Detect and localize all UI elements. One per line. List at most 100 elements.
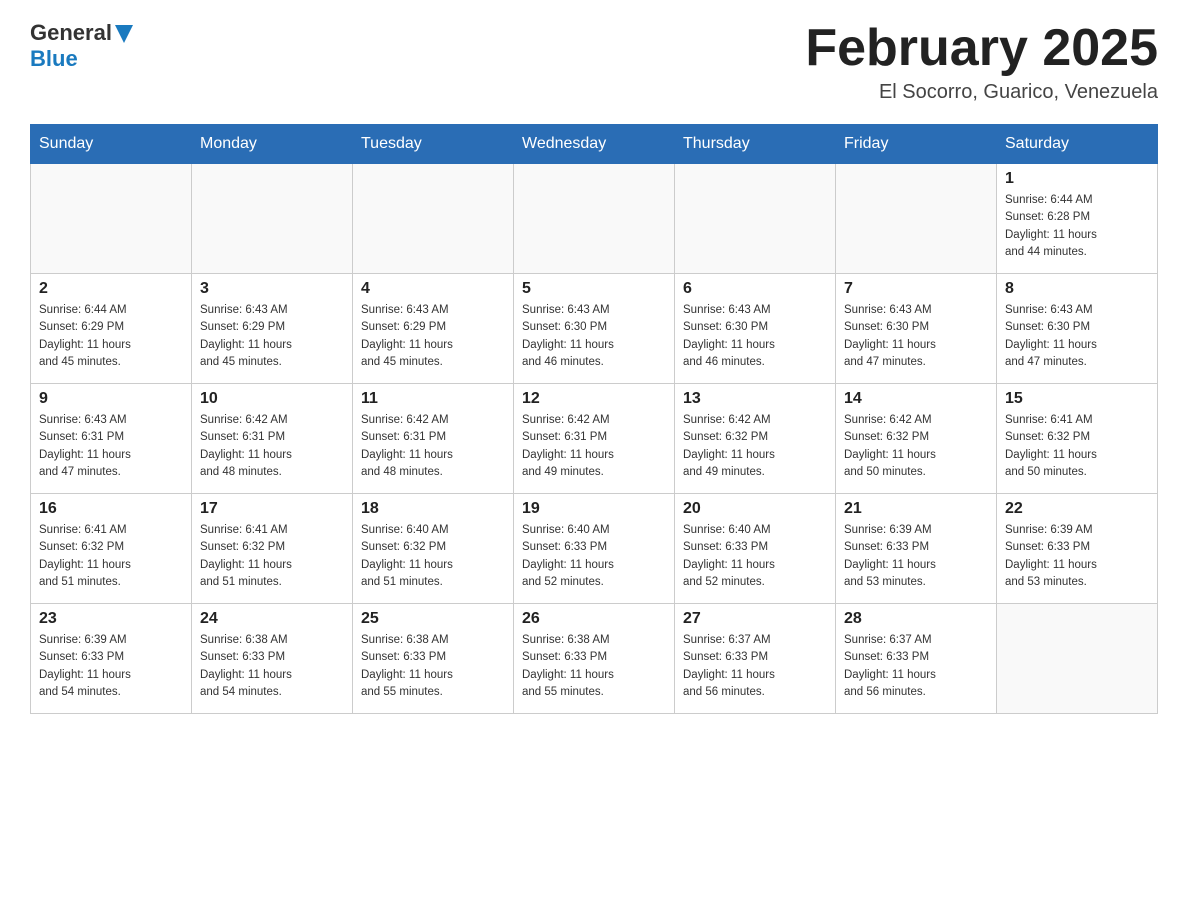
calendar-day-cell xyxy=(675,164,836,274)
day-info: Sunrise: 6:40 AM Sunset: 6:33 PM Dayligh… xyxy=(522,522,666,591)
day-number: 14 xyxy=(844,390,988,408)
day-info: Sunrise: 6:43 AM Sunset: 6:29 PM Dayligh… xyxy=(361,302,505,371)
calendar-day-cell: 27 Sunrise: 6:37 AM Sunset: 6:33 PM Dayli… xyxy=(675,604,836,714)
calendar-day-cell: 4 Sunrise: 6:43 AM Sunset: 6:29 PM Daylig… xyxy=(353,274,514,384)
day-number: 10 xyxy=(200,390,344,408)
day-number: 28 xyxy=(844,610,988,628)
calendar-day-cell: 10 Sunrise: 6:42 AM Sunset: 6:31 PM Dayli… xyxy=(192,384,353,494)
day-number: 12 xyxy=(522,390,666,408)
day-info: Sunrise: 6:43 AM Sunset: 6:30 PM Dayligh… xyxy=(1005,302,1149,371)
calendar-day-cell: 5 Sunrise: 6:43 AM Sunset: 6:30 PM Daylig… xyxy=(514,274,675,384)
day-number: 8 xyxy=(1005,280,1149,298)
days-of-week-row: SundayMondayTuesdayWednesdayThursdayFrid… xyxy=(31,125,1158,164)
day-info: Sunrise: 6:40 AM Sunset: 6:33 PM Dayligh… xyxy=(683,522,827,591)
logo: General Blue xyxy=(30,20,133,72)
calendar-day-cell: 17 Sunrise: 6:41 AM Sunset: 6:32 PM Dayli… xyxy=(192,494,353,604)
day-info: Sunrise: 6:42 AM Sunset: 6:31 PM Dayligh… xyxy=(522,412,666,481)
day-info: Sunrise: 6:39 AM Sunset: 6:33 PM Dayligh… xyxy=(1005,522,1149,591)
month-title: February 2025 xyxy=(805,20,1158,77)
day-number: 22 xyxy=(1005,500,1149,518)
day-info: Sunrise: 6:42 AM Sunset: 6:32 PM Dayligh… xyxy=(683,412,827,481)
day-number: 20 xyxy=(683,500,827,518)
logo-blue-text: Blue xyxy=(30,46,78,72)
calendar-week-row: 2Sunrise: 6:44 AM Sunset: 6:29 PM Daylig… xyxy=(31,274,1158,384)
day-number: 9 xyxy=(39,390,183,408)
calendar-day-cell xyxy=(353,164,514,274)
calendar-day-cell: 2Sunrise: 6:44 AM Sunset: 6:29 PM Daylig… xyxy=(31,274,192,384)
calendar-day-cell: 11Sunrise: 6:42 AM Sunset: 6:31 PM Dayli… xyxy=(353,384,514,494)
day-number: 6 xyxy=(683,280,827,298)
calendar-day-cell: 24 Sunrise: 6:38 AM Sunset: 6:33 PM Dayli… xyxy=(192,604,353,714)
calendar-week-row: 23Sunrise: 6:39 AM Sunset: 6:33 PM Dayli… xyxy=(31,604,1158,714)
day-info: Sunrise: 6:39 AM Sunset: 6:33 PM Dayligh… xyxy=(39,632,183,701)
calendar-day-cell: 1Sunrise: 6:44 AM Sunset: 6:28 PM Daylig… xyxy=(997,164,1158,274)
day-number: 4 xyxy=(361,280,505,298)
calendar-day-cell: 16 Sunrise: 6:41 AM Sunset: 6:32 PM Dayli… xyxy=(31,494,192,604)
day-number: 21 xyxy=(844,500,988,518)
day-number: 5 xyxy=(522,280,666,298)
calendar-table: SundayMondayTuesdayWednesdayThursdayFrid… xyxy=(30,124,1158,714)
day-info: Sunrise: 6:39 AM Sunset: 6:33 PM Dayligh… xyxy=(844,522,988,591)
day-number: 27 xyxy=(683,610,827,628)
title-block: February 2025 El Socorro, Guarico, Venez… xyxy=(805,20,1158,104)
calendar-week-row: 9Sunrise: 6:43 AM Sunset: 6:31 PM Daylig… xyxy=(31,384,1158,494)
day-number: 11 xyxy=(361,390,505,408)
calendar-day-cell: 15 Sunrise: 6:41 AM Sunset: 6:32 PM Dayli… xyxy=(997,384,1158,494)
day-of-week-header: Saturday xyxy=(997,125,1158,164)
calendar-header: SundayMondayTuesdayWednesdayThursdayFrid… xyxy=(31,125,1158,164)
day-number: 3 xyxy=(200,280,344,298)
calendar-day-cell: 9Sunrise: 6:43 AM Sunset: 6:31 PM Daylig… xyxy=(31,384,192,494)
day-info: Sunrise: 6:38 AM Sunset: 6:33 PM Dayligh… xyxy=(200,632,344,701)
calendar-day-cell: 18 Sunrise: 6:40 AM Sunset: 6:32 PM Dayli… xyxy=(353,494,514,604)
day-info: Sunrise: 6:43 AM Sunset: 6:30 PM Dayligh… xyxy=(844,302,988,371)
day-info: Sunrise: 6:41 AM Sunset: 6:32 PM Dayligh… xyxy=(200,522,344,591)
day-info: Sunrise: 6:43 AM Sunset: 6:29 PM Dayligh… xyxy=(200,302,344,371)
location-text: El Socorro, Guarico, Venezuela xyxy=(805,81,1158,104)
day-number: 15 xyxy=(1005,390,1149,408)
calendar-day-cell: 28Sunrise: 6:37 AM Sunset: 6:33 PM Dayli… xyxy=(836,604,997,714)
day-of-week-header: Wednesday xyxy=(514,125,675,164)
day-info: Sunrise: 6:42 AM Sunset: 6:31 PM Dayligh… xyxy=(200,412,344,481)
calendar-day-cell xyxy=(31,164,192,274)
logo-general-text: General xyxy=(30,20,112,46)
calendar-day-cell: 7Sunrise: 6:43 AM Sunset: 6:30 PM Daylig… xyxy=(836,274,997,384)
day-number: 16 xyxy=(39,500,183,518)
day-of-week-header: Friday xyxy=(836,125,997,164)
day-of-week-header: Sunday xyxy=(31,125,192,164)
day-number: 18 xyxy=(361,500,505,518)
day-number: 17 xyxy=(200,500,344,518)
calendar-week-row: 16 Sunrise: 6:41 AM Sunset: 6:32 PM Dayli… xyxy=(31,494,1158,604)
calendar-day-cell: 13 Sunrise: 6:42 AM Sunset: 6:32 PM Dayli… xyxy=(675,384,836,494)
calendar-day-cell: 8 Sunrise: 6:43 AM Sunset: 6:30 PM Daylig… xyxy=(997,274,1158,384)
calendar-body: 1Sunrise: 6:44 AM Sunset: 6:28 PM Daylig… xyxy=(31,164,1158,714)
day-number: 25 xyxy=(361,610,505,628)
calendar-day-cell xyxy=(836,164,997,274)
day-info: Sunrise: 6:40 AM Sunset: 6:32 PM Dayligh… xyxy=(361,522,505,591)
calendar-day-cell: 19Sunrise: 6:40 AM Sunset: 6:33 PM Dayli… xyxy=(514,494,675,604)
day-of-week-header: Monday xyxy=(192,125,353,164)
calendar-day-cell: 14 Sunrise: 6:42 AM Sunset: 6:32 PM Dayli… xyxy=(836,384,997,494)
page-header: General Blue February 2025 El Socorro, G… xyxy=(30,20,1158,104)
day-info: Sunrise: 6:41 AM Sunset: 6:32 PM Dayligh… xyxy=(1005,412,1149,481)
calendar-week-row: 1Sunrise: 6:44 AM Sunset: 6:28 PM Daylig… xyxy=(31,164,1158,274)
day-info: Sunrise: 6:38 AM Sunset: 6:33 PM Dayligh… xyxy=(522,632,666,701)
day-number: 13 xyxy=(683,390,827,408)
day-info: Sunrise: 6:43 AM Sunset: 6:30 PM Dayligh… xyxy=(522,302,666,371)
day-info: Sunrise: 6:41 AM Sunset: 6:32 PM Dayligh… xyxy=(39,522,183,591)
logo-triangle-icon xyxy=(115,25,133,43)
calendar-day-cell xyxy=(192,164,353,274)
day-info: Sunrise: 6:43 AM Sunset: 6:30 PM Dayligh… xyxy=(683,302,827,371)
calendar-day-cell: 3 Sunrise: 6:43 AM Sunset: 6:29 PM Daylig… xyxy=(192,274,353,384)
day-number: 26 xyxy=(522,610,666,628)
calendar-day-cell xyxy=(514,164,675,274)
calendar-day-cell: 21 Sunrise: 6:39 AM Sunset: 6:33 PM Dayli… xyxy=(836,494,997,604)
calendar-day-cell: 6 Sunrise: 6:43 AM Sunset: 6:30 PM Daylig… xyxy=(675,274,836,384)
calendar-day-cell: 22 Sunrise: 6:39 AM Sunset: 6:33 PM Dayli… xyxy=(997,494,1158,604)
day-number: 24 xyxy=(200,610,344,628)
day-info: Sunrise: 6:44 AM Sunset: 6:28 PM Dayligh… xyxy=(1005,192,1149,261)
day-of-week-header: Tuesday xyxy=(353,125,514,164)
calendar-day-cell: 23Sunrise: 6:39 AM Sunset: 6:33 PM Dayli… xyxy=(31,604,192,714)
day-info: Sunrise: 6:37 AM Sunset: 6:33 PM Dayligh… xyxy=(683,632,827,701)
calendar-day-cell: 26 Sunrise: 6:38 AM Sunset: 6:33 PM Dayli… xyxy=(514,604,675,714)
day-info: Sunrise: 6:42 AM Sunset: 6:32 PM Dayligh… xyxy=(844,412,988,481)
